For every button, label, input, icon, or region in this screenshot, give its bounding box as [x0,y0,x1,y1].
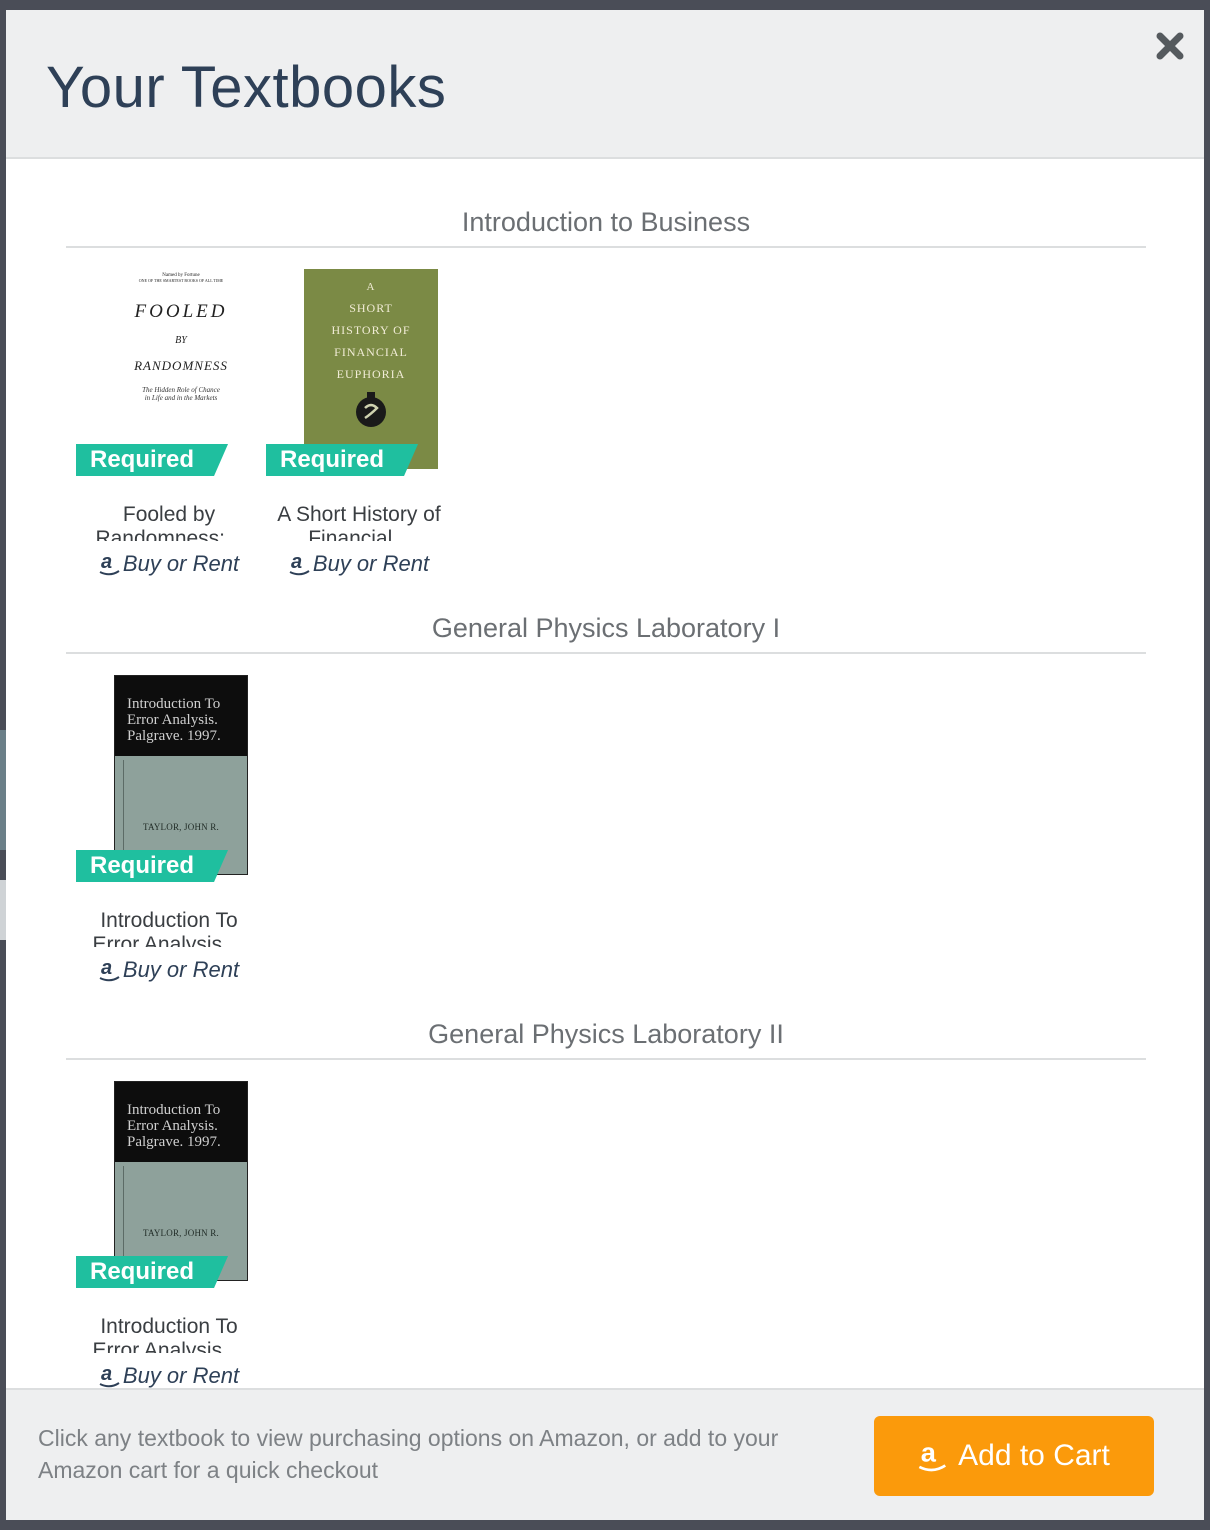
close-icon[interactable] [1154,30,1186,62]
required-badge: Required [76,850,228,882]
book-cover: A SHORT HISTORY OF FINANCIAL EUPHORIA [304,269,438,469]
svg-text:a: a [291,551,302,573]
buy-or-rent-link[interactable]: a Buy or Rent [76,1363,252,1389]
book-cover: Introduction To Error Analysis. Palgrave… [114,1081,248,1281]
modal-title: Your Textbooks [46,55,447,120]
buy-or-rent-link[interactable]: a Buy or Rent [76,957,252,983]
textbook-card[interactable]: A SHORT HISTORY OF FINANCIAL EUPHORIA Re… [266,269,442,577]
buy-or-rent-link[interactable]: a Buy or Rent [76,551,252,577]
book-title: Introduction To Error Analysis.... [92,909,246,947]
add-to-cart-button[interactable]: a Add to Cart [874,1416,1154,1496]
amazon-logo-icon: a [99,551,120,576]
amazon-logo-icon: a [99,1363,120,1388]
add-to-cart-label: Add to Cart [958,1439,1110,1472]
modal-footer: Click any textbook to view purchasing op… [6,1388,1204,1520]
svg-text:a: a [101,551,112,573]
book-title: A Short History of Financial... [277,503,441,541]
amazon-logo-icon: a [918,1438,947,1472]
required-badge: Required [266,444,418,476]
money-bag-icon [356,392,386,427]
textbook-card[interactable]: Introduction To Error Analysis. Palgrave… [76,1081,252,1389]
buy-or-rent-link[interactable]: a Buy or Rent [266,551,442,577]
required-badge: Required [76,1256,228,1288]
section-heading: General Physics Laboratory I [66,613,1146,654]
book-title: Fooled by Randomness:... [95,503,243,541]
book-title: Introduction To Error Analysis.... [92,1315,246,1353]
section-heading: Introduction to Business [66,207,1146,248]
section-heading: General Physics Laboratory II [66,1019,1146,1060]
footer-instructions: Click any textbook to view purchasing op… [38,1425,779,1483]
required-badge: Required [76,444,228,476]
textbooks-modal: Your Textbooks Introduction to Business … [6,10,1204,1520]
textbook-card[interactable]: Named by Fortune ONE OF THE SMARTEST BOO… [76,269,252,577]
svg-text:a: a [921,1438,937,1467]
modal-content: Introduction to Business Named by Fortun… [6,159,1204,1389]
book-cover: Introduction To Error Analysis. Palgrave… [114,675,248,875]
textbook-card[interactable]: Introduction To Error Analysis. Palgrave… [76,675,252,983]
amazon-logo-icon: a [99,957,120,982]
modal-header: Your Textbooks [6,10,1204,159]
book-cover: Named by Fortune ONE OF THE SMARTEST BOO… [114,269,248,469]
svg-text:a: a [101,1363,112,1385]
amazon-logo-icon: a [289,551,310,576]
svg-text:a: a [101,957,112,979]
